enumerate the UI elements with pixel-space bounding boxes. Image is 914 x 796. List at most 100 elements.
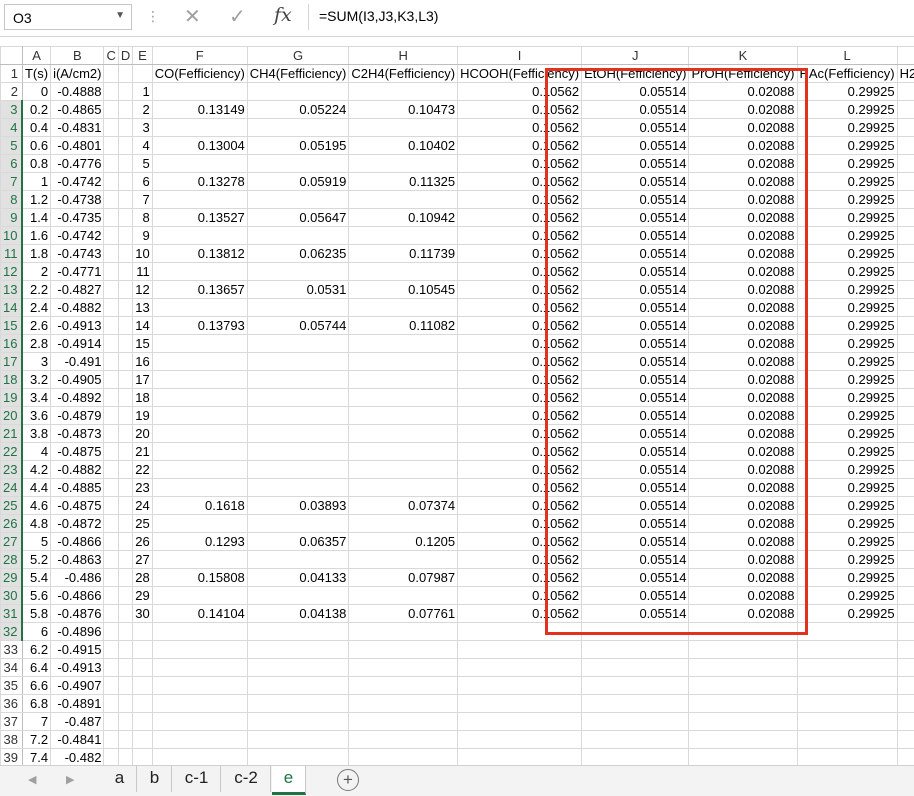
cell-b26[interactable]: -0.4872 bbox=[51, 515, 104, 533]
cell-f16[interactable] bbox=[152, 335, 247, 353]
row-header[interactable]: 29 bbox=[1, 569, 23, 587]
cell-c2[interactable] bbox=[104, 83, 118, 101]
cell-b4[interactable]: -0.4831 bbox=[51, 119, 104, 137]
tab-sheet-c-1[interactable]: c-1 bbox=[173, 766, 221, 792]
cell-m20[interactable] bbox=[897, 407, 914, 425]
cell-a23[interactable]: 4.2 bbox=[22, 461, 50, 479]
cell-j29[interactable]: 0.05514 bbox=[582, 569, 689, 587]
cell-i11[interactable]: 0.10562 bbox=[458, 245, 582, 263]
cell-h23[interactable] bbox=[349, 461, 458, 479]
cell-m25[interactable]: 0.14764 bbox=[897, 497, 914, 515]
cell-k31[interactable]: 0.02088 bbox=[689, 605, 797, 623]
cell-f19[interactable] bbox=[152, 389, 247, 407]
cell-h25[interactable]: 0.07374 bbox=[349, 497, 458, 515]
row-header[interactable]: 38 bbox=[1, 731, 23, 749]
cell-l31[interactable]: 0.29925 bbox=[797, 605, 897, 623]
cell-a33[interactable]: 6.2 bbox=[22, 641, 50, 659]
cell-d3[interactable] bbox=[118, 101, 132, 119]
scroll-left-icon[interactable]: ◀ bbox=[28, 773, 36, 786]
cell-c39[interactable] bbox=[104, 749, 118, 766]
cell-b8[interactable]: -0.4738 bbox=[51, 191, 104, 209]
cell-d9[interactable] bbox=[118, 209, 132, 227]
cell-g31[interactable]: 0.04138 bbox=[247, 605, 349, 623]
cell-c13[interactable] bbox=[104, 281, 118, 299]
row-header[interactable]: 8 bbox=[1, 191, 23, 209]
cell-c15[interactable] bbox=[104, 317, 118, 335]
cell-i22[interactable]: 0.10562 bbox=[458, 443, 582, 461]
column-header-b[interactable]: B bbox=[51, 47, 104, 65]
cell-b10[interactable]: -0.4742 bbox=[51, 227, 104, 245]
cell-k23[interactable]: 0.02088 bbox=[689, 461, 797, 479]
cell-e7[interactable]: 6 bbox=[133, 173, 152, 191]
cell-f15[interactable]: 0.13793 bbox=[152, 317, 247, 335]
cell-a27[interactable]: 5 bbox=[22, 533, 50, 551]
cell-f30[interactable] bbox=[152, 587, 247, 605]
cell-f6[interactable] bbox=[152, 155, 247, 173]
cell-l30[interactable]: 0.29925 bbox=[797, 587, 897, 605]
cell-m17[interactable] bbox=[897, 353, 914, 371]
cell-c11[interactable] bbox=[104, 245, 118, 263]
cell-i27[interactable]: 0.10562 bbox=[458, 533, 582, 551]
cell-b30[interactable]: -0.4866 bbox=[51, 587, 104, 605]
column-header-c[interactable]: C bbox=[104, 47, 118, 65]
cell-b3[interactable]: -0.4865 bbox=[51, 101, 104, 119]
cell-i7[interactable]: 0.10562 bbox=[458, 173, 582, 191]
cell-d38[interactable] bbox=[118, 731, 132, 749]
cell-e5[interactable]: 4 bbox=[133, 137, 152, 155]
cell-j17[interactable]: 0.05514 bbox=[582, 353, 689, 371]
cell-d6[interactable] bbox=[118, 155, 132, 173]
cell-b39[interactable]: -0.482 bbox=[51, 749, 104, 766]
cell-b25[interactable]: -0.4875 bbox=[51, 497, 104, 515]
cell-f11[interactable]: 0.13812 bbox=[152, 245, 247, 263]
cell-g16[interactable] bbox=[247, 335, 349, 353]
cell-a31[interactable]: 5.8 bbox=[22, 605, 50, 623]
cell-b18[interactable]: -0.4905 bbox=[51, 371, 104, 389]
cell-a37[interactable]: 7 bbox=[22, 713, 50, 731]
cell-g33[interactable] bbox=[247, 641, 349, 659]
cell-c3[interactable] bbox=[104, 101, 118, 119]
cell-d27[interactable] bbox=[118, 533, 132, 551]
cell-c24[interactable] bbox=[104, 479, 118, 497]
cell-f38[interactable] bbox=[152, 731, 247, 749]
cell-l32[interactable] bbox=[797, 623, 897, 641]
cell-g29[interactable]: 0.04133 bbox=[247, 569, 349, 587]
cell-j14[interactable]: 0.05514 bbox=[582, 299, 689, 317]
cell-b9[interactable]: -0.4735 bbox=[51, 209, 104, 227]
cell-e30[interactable]: 29 bbox=[133, 587, 152, 605]
cell-i15[interactable]: 0.10562 bbox=[458, 317, 582, 335]
cell-m6[interactable] bbox=[897, 155, 914, 173]
cell-j26[interactable]: 0.05514 bbox=[582, 515, 689, 533]
cell-k5[interactable]: 0.02088 bbox=[689, 137, 797, 155]
cell-h1[interactable]: C2H4(Fefficiency) bbox=[349, 65, 458, 83]
cell-j5[interactable]: 0.05514 bbox=[582, 137, 689, 155]
cell-l38[interactable] bbox=[797, 731, 897, 749]
cell-d19[interactable] bbox=[118, 389, 132, 407]
cell-c19[interactable] bbox=[104, 389, 118, 407]
column-header-i[interactable]: I bbox=[458, 47, 582, 65]
check-icon[interactable]: ✓ bbox=[229, 4, 246, 29]
column-header-e[interactable]: E bbox=[133, 47, 152, 65]
cell-i5[interactable]: 0.10562 bbox=[458, 137, 582, 155]
cell-e29[interactable]: 28 bbox=[133, 569, 152, 587]
cell-d34[interactable] bbox=[118, 659, 132, 677]
cell-g34[interactable] bbox=[247, 659, 349, 677]
cell-a14[interactable]: 2.4 bbox=[22, 299, 50, 317]
cell-k29[interactable]: 0.02088 bbox=[689, 569, 797, 587]
cell-h11[interactable]: 0.11739 bbox=[349, 245, 458, 263]
cell-e27[interactable]: 26 bbox=[133, 533, 152, 551]
row-header[interactable]: 9 bbox=[1, 209, 23, 227]
name-box[interactable]: O3 ▼ bbox=[4, 4, 132, 30]
cell-e37[interactable] bbox=[133, 713, 152, 731]
cell-c31[interactable] bbox=[104, 605, 118, 623]
cell-g9[interactable]: 0.05647 bbox=[247, 209, 349, 227]
cell-g8[interactable] bbox=[247, 191, 349, 209]
cell-c16[interactable] bbox=[104, 335, 118, 353]
row-header[interactable]: 16 bbox=[1, 335, 23, 353]
cell-c23[interactable] bbox=[104, 461, 118, 479]
cell-m13[interactable]: 0.06857 bbox=[897, 281, 914, 299]
row-header[interactable]: 13 bbox=[1, 281, 23, 299]
cell-b37[interactable]: -0.487 bbox=[51, 713, 104, 731]
cell-i30[interactable]: 0.10562 bbox=[458, 587, 582, 605]
cell-h33[interactable] bbox=[349, 641, 458, 659]
cell-j39[interactable] bbox=[582, 749, 689, 766]
